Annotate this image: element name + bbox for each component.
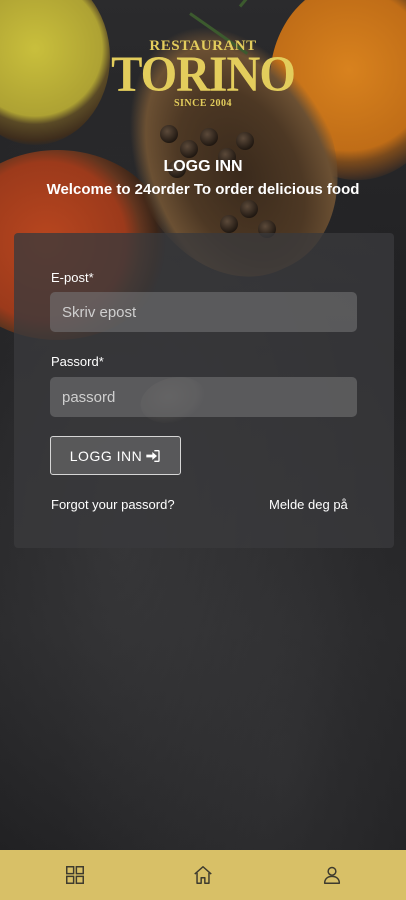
email-field[interactable] — [50, 292, 357, 332]
pepper-image — [200, 128, 218, 146]
login-button-label: LOGG INN — [69, 447, 143, 464]
herb-image — [238, 0, 287, 8]
email-label: E-post* — [51, 270, 94, 285]
restaurant-logo: RESTAURANT TORINO SINCE 2004 — [0, 38, 406, 110]
user-icon — [323, 866, 341, 884]
sign-in-icon — [146, 449, 160, 462]
page-title: LOGG INN — [163, 158, 243, 175]
pepper-image — [236, 132, 254, 150]
forgot-password-link[interactable]: Forgot your passord? — [51, 497, 175, 512]
login-button[interactable]: LOGG INN — [50, 436, 181, 475]
logo-line-torino: TORINO — [111, 46, 296, 104]
nav-item-menu[interactable] — [45, 850, 105, 900]
pepper-image — [160, 125, 178, 143]
grid-icon — [66, 866, 84, 884]
pepper-image — [240, 200, 258, 218]
password-field[interactable] — [50, 377, 357, 417]
pepper-image — [180, 140, 198, 158]
login-card: E-post* Passord* LOGG INN Forgot your pa… — [14, 233, 394, 548]
nav-item-home[interactable] — [173, 850, 233, 900]
password-label: Passord* — [51, 354, 104, 369]
home-icon — [194, 866, 212, 884]
login-screen: RESTAURANT TORINO SINCE 2004 LOGG INN We… — [0, 0, 406, 900]
register-link[interactable]: Melde deg på — [269, 497, 348, 512]
nav-item-profile[interactable] — [302, 850, 362, 900]
pepper-image — [220, 215, 238, 233]
page-subtitle: Welcome to 24order To order delicious fo… — [46, 181, 360, 198]
bottom-nav — [0, 850, 406, 900]
